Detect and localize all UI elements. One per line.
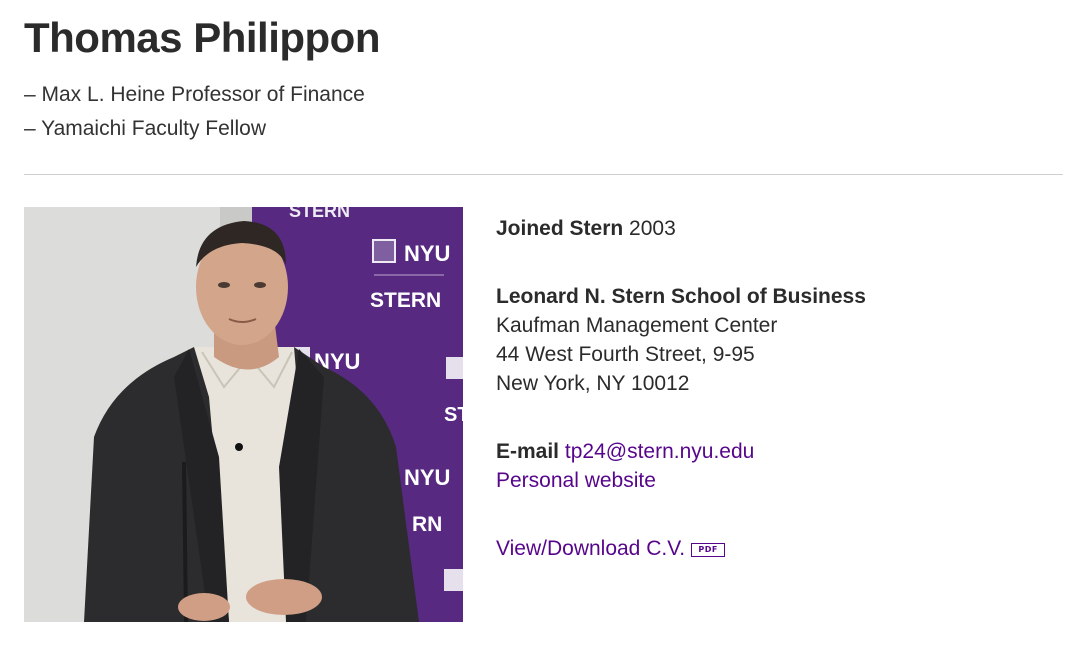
page-title: Thomas Philippon <box>24 14 381 61</box>
address-line: 44 West Fourth Street, 9-95 <box>496 343 755 366</box>
personal-website-link[interactable]: Personal website <box>496 469 656 492</box>
cv-row: View/Download C.V. PDF <box>496 534 866 563</box>
banner-text: ST <box>444 404 463 426</box>
profile-photo: NYU STERN STERN NYU ST NYU RN <box>24 207 463 622</box>
banner-text: RN <box>412 513 442 536</box>
title-item: – Max L. Heine Professor of Finance <box>24 83 365 106</box>
banner-text: STERN <box>289 207 350 221</box>
cv-download-link[interactable]: View/Download C.V. <box>496 537 685 560</box>
faculty-profile-page: Thomas Philippon – Max L. Heine Professo… <box>0 0 1080 645</box>
email-label: E-mail <box>496 440 560 463</box>
divider <box>24 174 1063 175</box>
banner-text: NYU <box>404 465 450 490</box>
address-line: Kaufman Management Center <box>496 314 778 337</box>
links-block: E-mail tp24@stern.nyu.edu Personal websi… <box>496 437 866 495</box>
banner-text: STERN <box>370 289 441 312</box>
school-name: Leonard N. Stern School of Business <box>496 285 866 308</box>
contact-info: Joined Stern 2003 Leonard N. Stern Schoo… <box>496 214 866 563</box>
email-link[interactable]: tp24@stern.nyu.edu <box>565 440 754 463</box>
joined-row: Joined Stern 2003 <box>496 214 866 243</box>
address-line: New York, NY 10012 <box>496 372 690 395</box>
title-item: – Yamaichi Faculty Fellow <box>24 117 266 140</box>
joined-year: 2003 <box>629 217 676 240</box>
joined-label: Joined Stern <box>496 217 624 240</box>
title-list: – Max L. Heine Professor of Finance – Ya… <box>24 78 365 146</box>
banner-text: NYU <box>404 241 450 266</box>
pdf-icon[interactable]: PDF <box>691 543 726 557</box>
address-block: Leonard N. Stern School of Business Kauf… <box>496 282 866 398</box>
